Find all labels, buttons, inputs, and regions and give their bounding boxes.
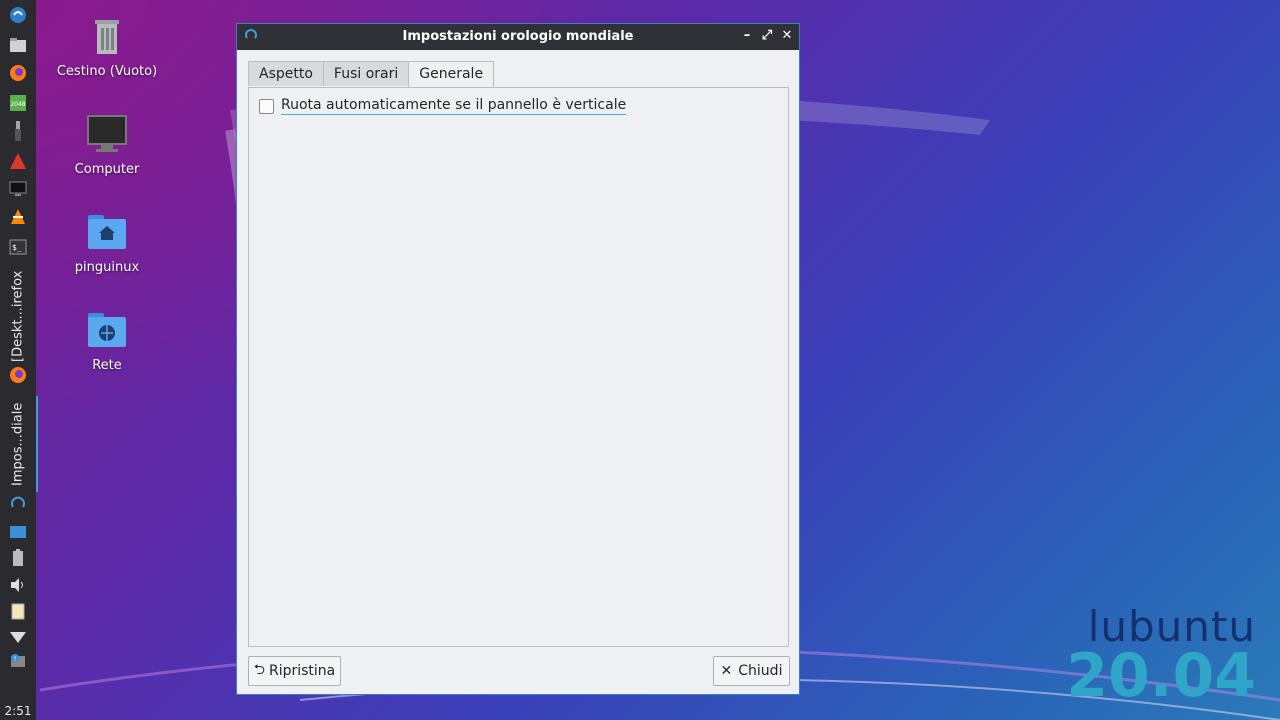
left-panel: 2048 $_ [Deskt...irefox Impos...diale ! …	[0, 0, 38, 720]
panel-clock[interactable]: 2:51	[0, 704, 36, 718]
desktop-icon-label: Cestino (Vuoto)	[56, 64, 158, 79]
vlc-icon[interactable]	[7, 206, 29, 228]
tab-timezones[interactable]: Fusi orari	[322, 61, 410, 86]
world-clock-settings-window: Impostazioni orologio mondiale – ⤢ ✕ Asp…	[236, 23, 800, 695]
tab-general[interactable]: Generale	[408, 61, 495, 88]
desktop-icon-network[interactable]: Rete	[47, 308, 167, 373]
taskbar-item-clock-settings[interactable]: Impos...diale	[0, 396, 38, 492]
home-folder-icon	[85, 210, 129, 254]
window-titlebar[interactable]: Impostazioni orologio mondiale – ⤢ ✕	[237, 24, 799, 50]
game-2048-icon[interactable]: 2048	[7, 92, 29, 114]
general-tab-pane: Ruota automaticamente se il pannello è v…	[248, 87, 789, 647]
svg-text:$_: $_	[12, 243, 22, 252]
minimize-icon[interactable]: –	[739, 28, 755, 44]
volume-icon[interactable]	[7, 574, 29, 596]
svg-text:!: !	[14, 655, 17, 663]
desktop-icon-label: Computer	[74, 162, 140, 177]
desktop-icon[interactable]	[7, 521, 29, 543]
monitor-icon[interactable]	[7, 178, 29, 200]
update-notifier-icon[interactable]: !	[7, 650, 29, 672]
taskbar-item-label: Impos...diale	[10, 402, 26, 486]
desktop-icon-computer[interactable]: Computer	[47, 112, 167, 177]
maximize-icon[interactable]: ⤢	[759, 28, 775, 44]
computer-icon	[85, 112, 129, 156]
close-button-label: Chiudi	[738, 663, 783, 679]
reset-button-label: Ripristina	[268, 663, 336, 679]
clipboard-icon[interactable]	[7, 600, 29, 622]
desktop-icon-trash[interactable]: Cestino (Vuoto)	[47, 14, 167, 79]
tab-bar: Aspetto Fusi orari Generale	[248, 61, 495, 88]
app-icon[interactable]	[7, 150, 29, 172]
window-title: Impostazioni orologio mondiale	[402, 29, 634, 44]
rotate-option[interactable]: Ruota automaticamente se il pannello è v…	[259, 97, 627, 115]
brand-version: 20.04	[1066, 641, 1256, 711]
network-folder-icon	[85, 308, 129, 352]
lubuntu-menu-icon[interactable]	[7, 4, 29, 26]
rotate-checkbox-label[interactable]: Ruota automaticamente se il pannello è v…	[281, 97, 627, 115]
usb-icon[interactable]	[7, 120, 29, 142]
battery-icon[interactable]	[7, 547, 29, 569]
close-icon: ✕	[720, 663, 733, 679]
tab-appearance[interactable]: Aspetto	[248, 61, 324, 86]
firefox-icon[interactable]	[7, 62, 29, 84]
firefox-icon	[7, 364, 29, 386]
wifi-icon[interactable]	[7, 626, 29, 648]
clock-settings-icon	[7, 492, 29, 514]
close-icon[interactable]: ✕	[779, 28, 795, 44]
desktop-icon-label: Rete	[92, 358, 122, 373]
lubuntu-branding: lubuntu 20.04	[1066, 606, 1256, 711]
reset-icon: ⮌	[253, 662, 265, 678]
reset-button[interactable]: ⮌ Ripristina	[248, 656, 341, 686]
trash-icon	[85, 14, 129, 58]
taskbar-item-firefox[interactable]: [Deskt...irefox	[0, 266, 36, 366]
file-manager-icon[interactable]	[7, 34, 29, 56]
terminal-icon[interactable]: $_	[7, 236, 29, 258]
svg-text:2048: 2048	[10, 101, 25, 108]
desktop-icon-home[interactable]: pinguinux	[47, 210, 167, 275]
taskbar-item-label: [Deskt...irefox	[10, 270, 26, 362]
rotate-checkbox[interactable]	[259, 98, 274, 114]
desktop-icon-label: pinguinux	[74, 260, 140, 275]
close-button[interactable]: ✕ Chiudi	[713, 656, 790, 686]
